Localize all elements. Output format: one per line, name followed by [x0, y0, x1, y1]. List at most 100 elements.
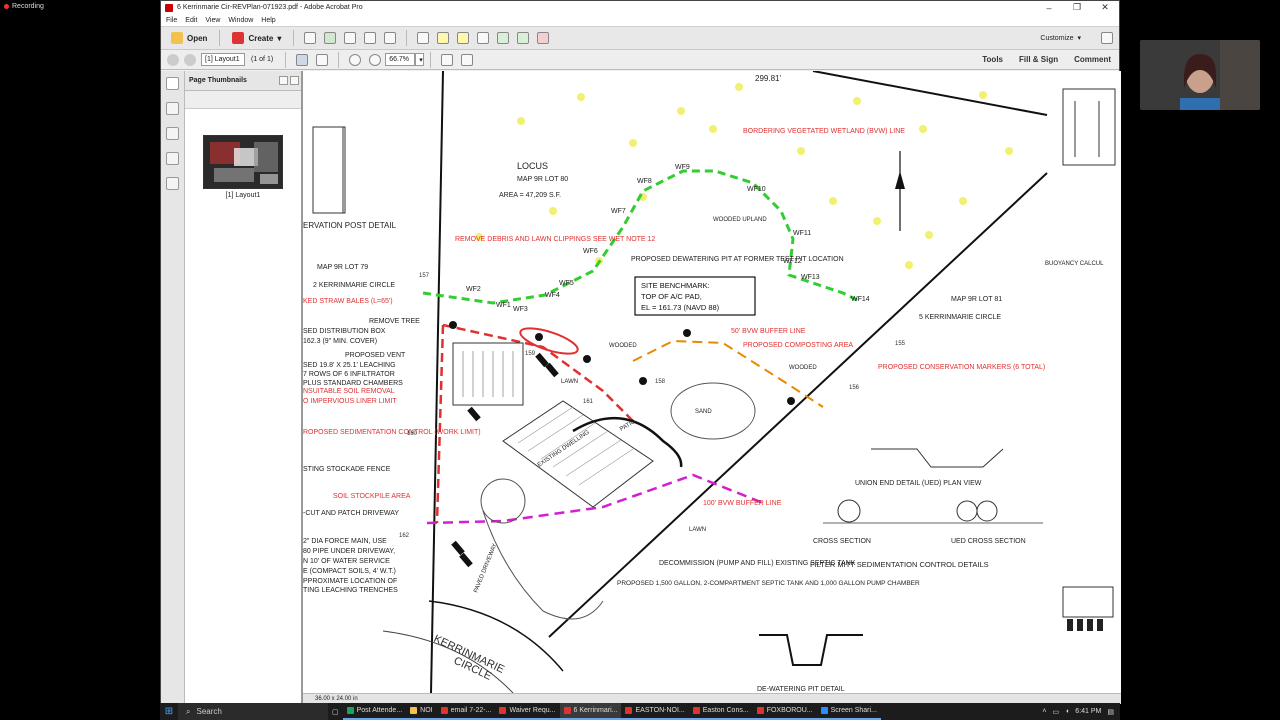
gift-icon[interactable]: [537, 32, 550, 44]
taskbar-search[interactable]: ⌕ Search: [178, 703, 328, 720]
taskbar-item-kerrinmarie[interactable]: 6 Kerrinmari...: [559, 703, 622, 720]
attachments-icon[interactable]: [166, 127, 179, 140]
stamp-icon[interactable]: [497, 32, 510, 44]
restore-button[interactable]: ❐: [1063, 2, 1091, 13]
layers-icon[interactable]: [166, 152, 179, 165]
stockpile-label: SOIL STOCKPILE AREA: [333, 493, 411, 500]
buoyancy-label: BUOYANCY CALCUL: [1045, 261, 1104, 267]
menu-bar: File Edit View Window Help: [161, 14, 1119, 26]
conservation-markers-label: PROPOSED CONSERVATION MARKERS (6 TOTAL): [878, 364, 1045, 371]
settings-icon[interactable]: [417, 32, 430, 44]
open-button[interactable]: Open: [165, 28, 213, 48]
hand-tool-icon[interactable]: [316, 53, 329, 66]
clock[interactable]: 6:41 PM: [1075, 708, 1101, 715]
minimize-button[interactable]: –: [1035, 3, 1063, 13]
task-view-icon[interactable]: ▢: [328, 703, 343, 720]
close-button[interactable]: ✕: [1091, 2, 1119, 13]
highlight-icon[interactable]: [457, 32, 470, 44]
property-line-north: [812, 71, 1048, 116]
customize-button[interactable]: Customize: [1040, 35, 1073, 42]
notification-icon[interactable]: ▤: [1107, 708, 1114, 716]
ued-cross-label: UED CROSS SECTION: [951, 538, 1026, 545]
septic-label: PROPOSED 1,500 GALLON, 2-COMPARTMENT SEP…: [617, 580, 920, 587]
volume-icon[interactable]: ◖: [1065, 708, 1069, 715]
signatures-icon[interactable]: [166, 177, 179, 190]
save-icon[interactable]: [304, 32, 317, 44]
menu-file[interactable]: File: [166, 17, 177, 24]
fill-sign-button[interactable]: Fill & Sign: [1011, 55, 1066, 64]
approx-label: PPROXIMATE LOCATION OF: [303, 578, 397, 585]
svg-text:158: 158: [655, 379, 666, 385]
taskbar-item-post-attendee[interactable]: Post Attende...: [342, 703, 407, 720]
windows-start-icon[interactable]: ⊞: [160, 706, 178, 717]
thumbnails-options-bar: [185, 91, 301, 109]
share-icon[interactable]: [517, 32, 530, 44]
recording-label: Recording: [12, 3, 44, 10]
menu-window[interactable]: Window: [228, 17, 253, 24]
wooded-upland-label: WOODED UPLAND: [713, 217, 767, 223]
taskbar-item-screen-share[interactable]: Screen Shari...: [816, 703, 881, 720]
page-thumbnail[interactable]: [203, 135, 283, 189]
taskbar-item-waiver[interactable]: Waiver Requ...: [495, 703, 560, 720]
previous-page-icon[interactable]: [167, 53, 179, 66]
taskbar-item-email[interactable]: email 7-22-...: [436, 703, 496, 720]
create-button[interactable]: Create ▾: [226, 28, 287, 48]
page-thumbnails-icon[interactable]: [166, 77, 179, 90]
fit-page-icon[interactable]: [441, 53, 454, 66]
left-address-label: 2 KERRINMARIE CIRCLE: [313, 282, 395, 289]
comment-icon[interactable]: [437, 32, 450, 44]
tools-button[interactable]: Tools: [974, 55, 1011, 64]
right-address-label: 5 KERRINMARIE CIRCLE: [919, 314, 1001, 321]
svg-text:161: 161: [583, 399, 594, 405]
taskbar-item-foxborough[interactable]: FOXBOROU...: [752, 703, 817, 720]
main-toolbar: Open Create ▾ Customize ▾: [161, 26, 1119, 50]
zoom-field[interactable]: 66.7%: [385, 53, 416, 66]
dewatering-pit-label: PROPOSED DEWATERING PIT AT FORMER TEST P…: [631, 256, 844, 263]
thumbnail-preview: [204, 136, 282, 188]
menu-view[interactable]: View: [205, 17, 220, 24]
panel-arrow-icon[interactable]: [290, 76, 299, 85]
cloud-upload-icon[interactable]: [324, 32, 337, 44]
cut-patch-label: -CUT AND PATCH DRIVEWAY: [303, 510, 399, 517]
attach-icon[interactable]: [477, 32, 490, 44]
north-arrow-head: [895, 171, 905, 189]
expand-icon[interactable]: [1101, 32, 1113, 44]
bearing-label: 299.81': [755, 74, 781, 83]
taskbar-item-noi[interactable]: NOI: [406, 703, 437, 720]
menu-help[interactable]: Help: [261, 17, 275, 24]
buffer-50-label: 50' BVW BUFFER LINE: [731, 328, 806, 335]
fit-width-icon[interactable]: [461, 53, 474, 66]
collapse-panel-icon[interactable]: [279, 76, 288, 85]
open-label: Open: [187, 33, 208, 43]
chevron-up-icon[interactable]: ˄: [1042, 708, 1046, 715]
svg-text:WF7: WF7: [611, 208, 626, 215]
chevron-down-icon: ▾: [277, 33, 282, 43]
post-detail-label: ERVATION POST DETAIL: [303, 221, 397, 230]
locus-lot-label: MAP 9R LOT 80: [517, 176, 568, 183]
document-view[interactable]: 299.81' KERRINMARIE CIRCLE ERVATION POST…: [303, 71, 1121, 693]
next-page-icon[interactable]: [184, 53, 196, 66]
taskbar-item-easton-noi[interactable]: EASTON-NOI...: [621, 703, 689, 720]
page-number-field[interactable]: [1] Layout1: [201, 53, 245, 66]
taskbar-item-easton-cons[interactable]: Easton Cons...: [688, 703, 753, 720]
recording-indicator: Recording: [4, 3, 44, 10]
edit-icon[interactable]: [364, 32, 377, 44]
zoom-out-icon[interactable]: [349, 53, 362, 66]
zoom-in-icon[interactable]: [369, 53, 382, 66]
site-plan-drawing: 299.81' KERRINMARIE CIRCLE ERVATION POST…: [303, 71, 1116, 693]
window-title: 6 Kerrinmarie Cir-REVPlan-071923.pdf - A…: [177, 4, 363, 11]
svg-text:156: 156: [849, 385, 860, 391]
email-icon[interactable]: [384, 32, 397, 44]
wooded-label: WOODED: [609, 343, 637, 349]
thumbnails-header: Page Thumbnails: [185, 71, 301, 91]
vent-label: PROPOSED VENT: [345, 352, 406, 359]
select-tool-icon[interactable]: [296, 53, 309, 66]
zoom-dropdown[interactable]: ▾: [415, 53, 425, 66]
ued-plan-drawing: [871, 448, 1004, 468]
network-icon[interactable]: ▭: [1052, 708, 1059, 716]
buffer-100-label: 100' BVW BUFFER LINE: [703, 500, 782, 507]
menu-edit[interactable]: Edit: [185, 17, 197, 24]
print-icon[interactable]: [344, 32, 357, 44]
comment-button[interactable]: Comment: [1066, 55, 1119, 64]
bookmarks-icon[interactable]: [166, 102, 179, 115]
